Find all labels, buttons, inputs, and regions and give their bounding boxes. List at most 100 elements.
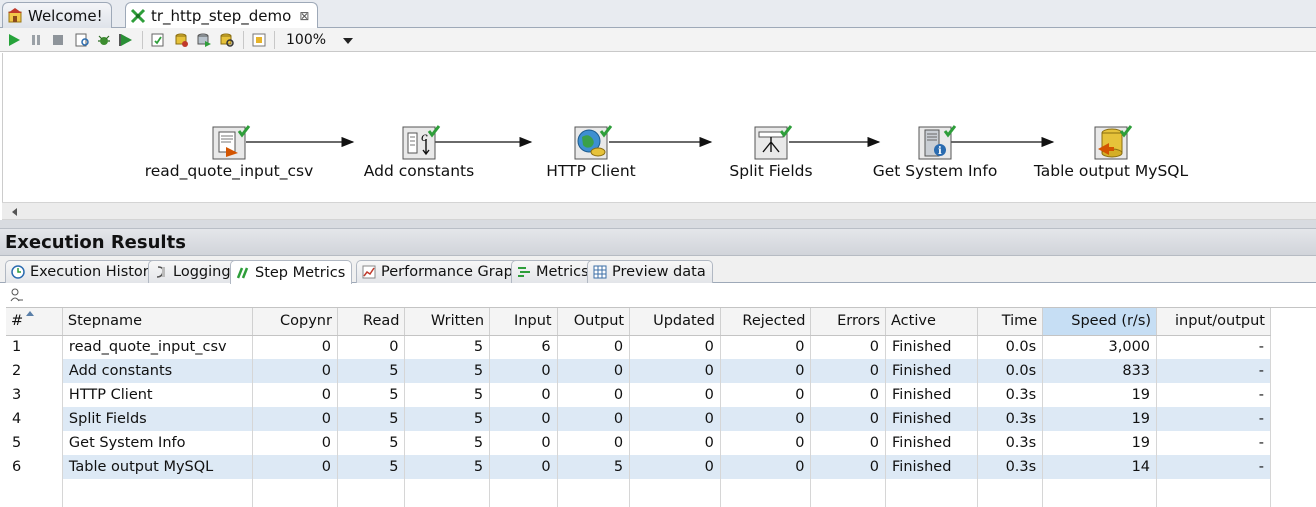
impact-icon[interactable] (173, 32, 189, 48)
tab-step-metrics[interactable]: Step Metrics (230, 260, 353, 284)
step-table-output-mysql[interactable]: Table output MySQL (1016, 105, 1206, 180)
verify-icon[interactable] (150, 32, 166, 48)
column-header[interactable]: Input (489, 308, 558, 336)
table-row[interactable]: 4 Split Fields 0 5 5 0 0 0 0 0 Finished 0.3s 19- (6, 407, 1271, 431)
table-cell: 3,000 (1042, 335, 1158, 359)
tab-preview-data[interactable]: Preview data (587, 260, 713, 283)
table-cell: 0 (720, 431, 812, 455)
step-get-system-info[interactable]: i Get System Info (840, 105, 1030, 180)
step-add-constants[interactable]: c Add constants (324, 105, 514, 180)
replay-icon[interactable] (118, 32, 134, 48)
step-read-quote-input-csv[interactable]: read_quote_input_csv (134, 105, 324, 180)
column-header[interactable]: Errors (810, 308, 887, 336)
column-header[interactable]: Stepname (62, 308, 254, 336)
table-cell: 0 (252, 335, 338, 359)
table-row[interactable]: 3 HTTP Client 0 5 5 0 0 0 0 0 Finished 0.3s 19- (6, 383, 1271, 407)
table-row[interactable]: 2 Add constants 0 5 5 0 0 0 0 0 Finished 0.0s 833- (6, 359, 1271, 383)
table-cell: 0 (252, 359, 338, 383)
table-row[interactable]: 5 Get System Info 0 5 5 0 0 0 0 0 Finished 0.3s 19- (6, 431, 1271, 455)
grid-body: 1 read_quote_input_csv 0 0 5 6 0 0 0 0 Finished 0.0… (6, 335, 1271, 507)
table-cell: 0 (810, 359, 887, 383)
step-split-fields[interactable]: Split Fields (676, 105, 866, 180)
table-cell: 0 (252, 383, 338, 407)
close-tab-icon[interactable]: ⊠ (299, 9, 309, 23)
tab-logging[interactable]: Logging (148, 260, 238, 283)
table-cell: Finished (885, 335, 978, 359)
transformation-canvas[interactable]: read_quote_input_csv c Add constants HTT… (2, 53, 1316, 202)
table-cell: 5 (337, 455, 406, 479)
table-row[interactable]: 6 Table output MySQL 0 5 5 0 5 0 0 0 Finished 0.3s 1… (6, 455, 1271, 479)
table-cell: 0 (557, 407, 631, 431)
empty-cell (62, 479, 254, 507)
step-http-client[interactable]: HTTP Client (496, 105, 686, 180)
tab-execution-history[interactable]: Execution History (5, 260, 165, 283)
column-header[interactable]: Read (337, 308, 406, 336)
table-cell: 0 (720, 335, 812, 359)
execution-results-title: Execution Results (0, 229, 1316, 256)
table-cell: - (1156, 455, 1271, 479)
table-cell: 0 (557, 431, 631, 455)
sort-arrow-icon (26, 311, 34, 316)
table-cell: Finished (885, 431, 978, 455)
empty-cell (885, 479, 978, 507)
step-label: read_quote_input_csv (144, 162, 314, 180)
tab-tr-http-step-demo[interactable]: tr_http_step_demo ⊠ (125, 2, 319, 29)
table-cell: Finished (885, 383, 978, 407)
empty-cell (489, 479, 558, 507)
stop-icon[interactable] (50, 32, 66, 48)
performance-graph-icon (361, 264, 377, 280)
table-output-icon (1094, 125, 1133, 160)
column-header[interactable]: # (6, 308, 63, 336)
show-results-icon[interactable] (251, 32, 267, 48)
logging-icon (153, 264, 169, 280)
column-header[interactable]: Written (404, 308, 491, 336)
tab-label: Preview data (612, 264, 706, 280)
column-header[interactable]: input/output (1156, 308, 1271, 336)
table-cell: 4 (6, 407, 63, 431)
tab-label: Metrics (536, 264, 589, 280)
empty-cell (720, 479, 812, 507)
zoom-select[interactable]: 100% (279, 30, 359, 50)
tab-performance-graph[interactable]: Performance Graph (356, 260, 529, 283)
column-header[interactable]: Updated (629, 308, 721, 336)
step-metrics-icon (235, 265, 251, 281)
canvas-horizontal-scrollbar[interactable] (2, 202, 1316, 220)
column-header[interactable]: Time (977, 308, 1044, 336)
split-fields-icon (754, 125, 793, 160)
refresh-icon[interactable] (8, 287, 24, 303)
table-cell: 5 (404, 335, 491, 359)
tab-welcome[interactable]: Welcome! (2, 2, 112, 28)
table-cell: 5 (337, 431, 406, 455)
run-icon[interactable] (6, 32, 22, 48)
step-label: Split Fields (729, 162, 813, 180)
debug-icon[interactable] (96, 32, 112, 48)
scroll-left-icon[interactable] (12, 208, 17, 216)
empty-cell (1042, 479, 1158, 507)
sql-icon[interactable] (196, 32, 212, 48)
tab-metrics[interactable]: Metrics (511, 260, 596, 283)
column-header[interactable]: Speed (r/s) (1042, 308, 1158, 336)
preview-icon[interactable] (74, 32, 90, 48)
table-cell: 0 (629, 383, 721, 407)
system-info-icon: i (918, 125, 957, 160)
table-cell: 19 (1042, 383, 1158, 407)
pause-icon[interactable] (28, 32, 44, 48)
table-cell: 5 (337, 383, 406, 407)
table-cell: 0 (720, 407, 812, 431)
column-header[interactable]: Active (885, 308, 978, 336)
column-header[interactable]: Rejected (720, 308, 812, 336)
column-header[interactable]: Copynr (252, 308, 338, 336)
step-metrics-toolbar (0, 284, 1316, 307)
table-cell: - (1156, 431, 1271, 455)
table-cell: 0 (252, 407, 338, 431)
database-explore-icon[interactable] (219, 32, 235, 48)
column-header[interactable]: Output (557, 308, 631, 336)
table-cell: 6 (489, 335, 558, 359)
table-cell: 5 (557, 455, 631, 479)
pane-splitter[interactable] (0, 220, 1316, 229)
table-row[interactable]: 1 read_quote_input_csv 0 0 5 6 0 0 0 0 Finished 0.0… (6, 335, 1271, 359)
editor-tab-bar: Welcome! tr_http_step_demo ⊠ (0, 0, 1316, 29)
tab-label: Logging (173, 264, 231, 280)
table-cell: 0 (720, 383, 812, 407)
step-label: Table output MySQL (1033, 162, 1189, 180)
